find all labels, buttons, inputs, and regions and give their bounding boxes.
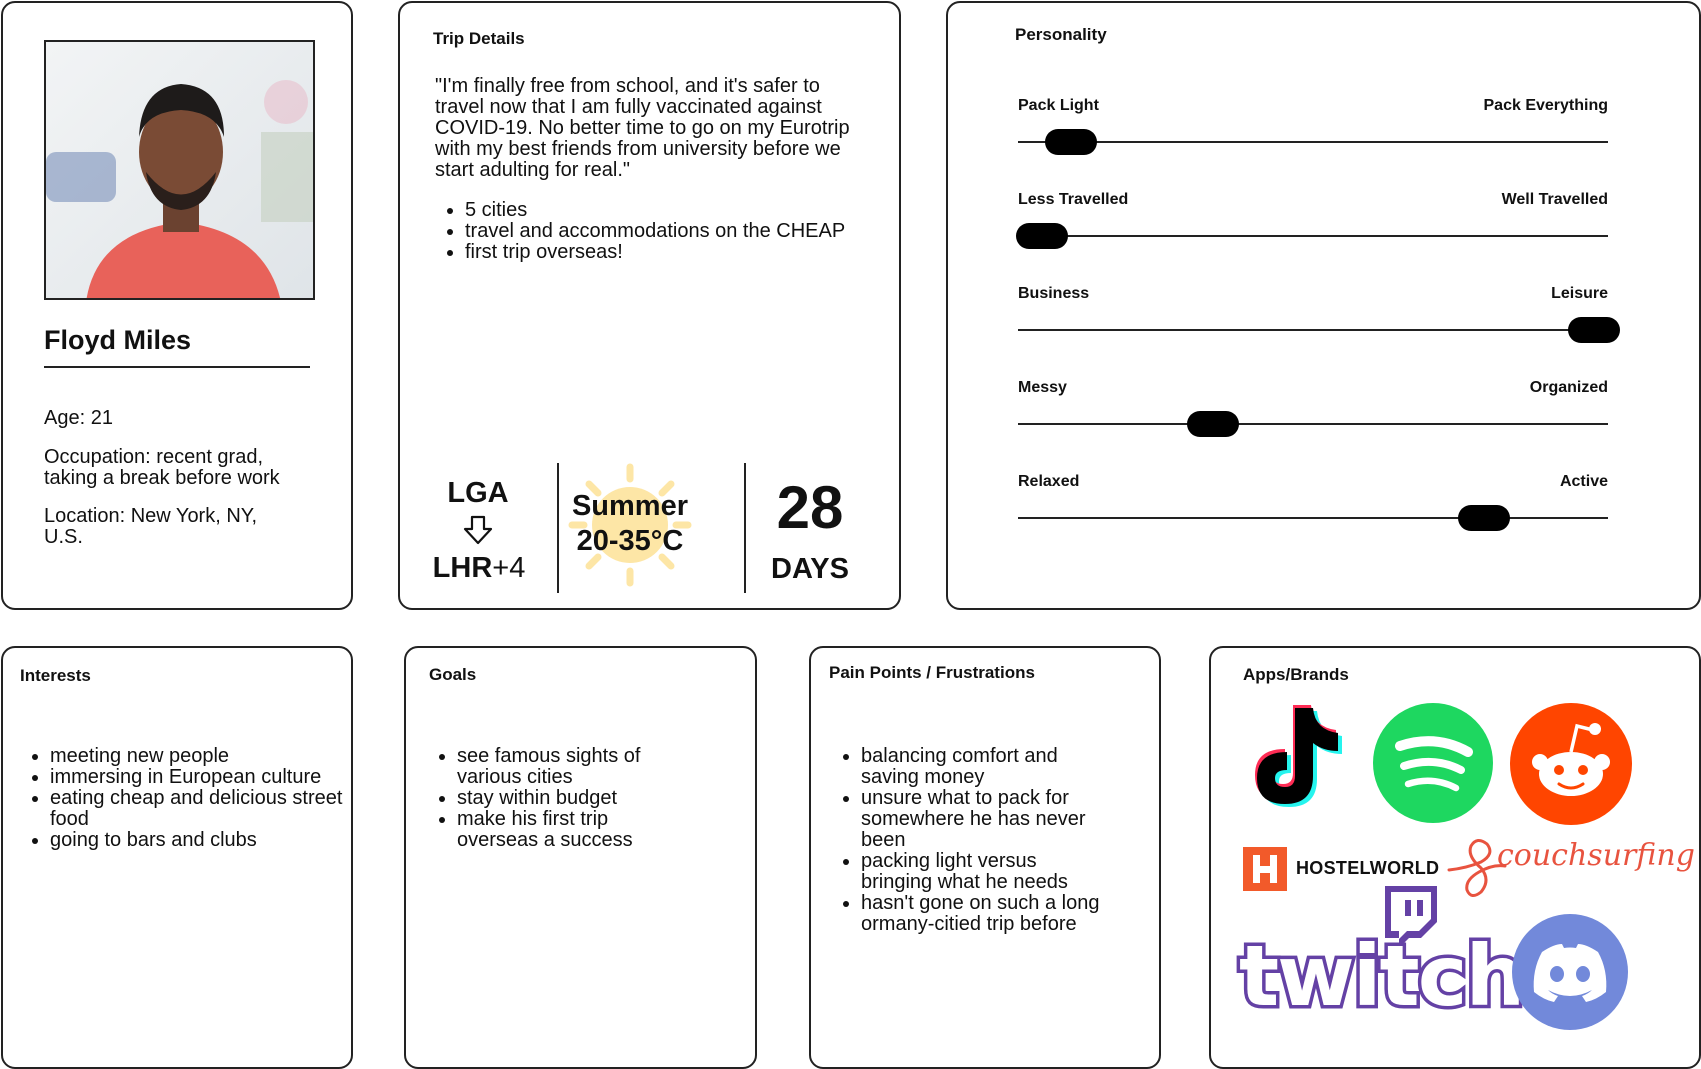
slider-track[interactable] [1018, 235, 1608, 237]
interests-list: meeting new people immersing in European… [20, 746, 350, 851]
slider-right-label: Active [1559, 473, 1608, 490]
slider-knob[interactable] [1458, 505, 1511, 531]
slider-right-label: Leisure [1551, 285, 1608, 302]
destination-airport: LHR [432, 552, 493, 584]
trip-days-number: 28 [776, 474, 844, 541]
trip-divider [557, 463, 559, 593]
slider-left-label: Messy [1018, 379, 1067, 396]
list-item: balancing comfort and saving money [861, 746, 1111, 788]
slider-knob[interactable] [1186, 411, 1239, 437]
list-item: see famous sights of various cities [457, 746, 687, 788]
trip-divider [744, 463, 746, 593]
goals-title: Goals [429, 665, 477, 684]
list-item: going to bars and clubs [50, 830, 350, 851]
arrow-down-icon [463, 515, 493, 545]
goals-list: see famous sights of various cities stay… [427, 746, 687, 851]
list-item: hasn't gone on such a long ormany-citied… [861, 893, 1111, 935]
goals-card: Goals see famous sights of various citie… [404, 646, 757, 1069]
twitch-logo: twitch [1235, 927, 1528, 1025]
profile-photo [44, 40, 315, 300]
timezone-offset: +4 [492, 552, 526, 584]
persona-location: Location: New York, NY, U.S. [44, 505, 258, 548]
list-item: make his first trip overseas a success [457, 809, 687, 851]
slider-knob[interactable] [1015, 223, 1068, 249]
pain-points-title: Pain Points / Frustrations [829, 663, 1035, 682]
list-item: eating cheap and delicious street food [50, 788, 350, 830]
slider-left-label: Relaxed [1018, 473, 1080, 490]
profile-card: Floyd Miles Age: 21 Occupation: recent g… [1, 1, 353, 610]
apps-brands-title: Apps/Brands [1243, 665, 1349, 684]
slider-track[interactable] [1018, 423, 1608, 425]
slider-knob[interactable] [1045, 129, 1098, 155]
slider-track[interactable] [1018, 329, 1608, 331]
temperature-range: 20-35°C [576, 525, 684, 557]
interests-card: Interests meeting new people immersing i… [1, 646, 353, 1069]
destination-row: LHR+4 [424, 552, 534, 585]
pain-points-list: balancing comfort and saving money unsur… [831, 746, 1111, 935]
spotify-icon [1373, 703, 1493, 823]
slider-track[interactable] [1018, 141, 1608, 143]
list-item: packing light versus bringing what he ne… [861, 851, 1111, 893]
list-item: travel and accommodations on the CHEAP [465, 221, 905, 242]
trip-days-label: DAYS [771, 553, 849, 585]
hostelworld-logo-mark [1243, 847, 1287, 891]
slider-track[interactable] [1018, 517, 1608, 519]
list-item: stay within budget [457, 788, 687, 809]
tiktok-icon [1255, 705, 1342, 807]
trip-details-title: Trip Details [433, 29, 525, 48]
hostelworld-logo: HOSTELWORLD [1296, 858, 1440, 878]
season-label: Summer [571, 490, 689, 522]
list-item: 5 cities [465, 200, 905, 221]
list-item: first trip overseas! [465, 242, 905, 263]
personality-card: Personality Pack Light Pack Everything Les… [946, 1, 1701, 610]
name-divider [44, 366, 310, 368]
trip-quote: "I'm finally free from school, and it's … [435, 75, 850, 181]
slider-left-label: Pack Light [1018, 97, 1099, 114]
interests-title: Interests [20, 666, 91, 685]
persona-age: Age: 21 [44, 407, 113, 429]
slider-right-label: Organized [1529, 379, 1608, 396]
persona-occupation: Occupation: recent grad, taking a break … [44, 446, 280, 489]
trip-bullets: 5 cities travel and accommodations on th… [435, 200, 905, 263]
slider-left-label: Less Travelled [1018, 191, 1129, 208]
list-item: meeting new people [50, 746, 350, 767]
list-item: immersing in European culture [50, 767, 350, 788]
list-item: unsure what to pack for somewhere he has… [861, 788, 1111, 851]
pain-points-card: Pain Points / Frustrations balancing com… [809, 646, 1161, 1069]
reddit-icon [1510, 703, 1632, 825]
slider-right-label: Well Travelled [1501, 191, 1608, 208]
personality-title: Personality [1015, 25, 1107, 44]
apps-brands-card: Apps/Brands HOSTELWORLD couchsurfing twi… [1209, 646, 1701, 1069]
couchsurfing-logo: couchsurfing [1497, 838, 1695, 873]
trip-details-card: Trip Details "I'm finally free from scho… [398, 1, 901, 610]
slider-knob[interactable] [1568, 317, 1620, 343]
origin-airport: LGA [447, 477, 509, 509]
discord-icon [1512, 914, 1628, 1030]
persona-name: Floyd Miles [44, 325, 192, 355]
slider-left-label: Business [1018, 285, 1090, 302]
slider-right-label: Pack Everything [1483, 97, 1609, 114]
